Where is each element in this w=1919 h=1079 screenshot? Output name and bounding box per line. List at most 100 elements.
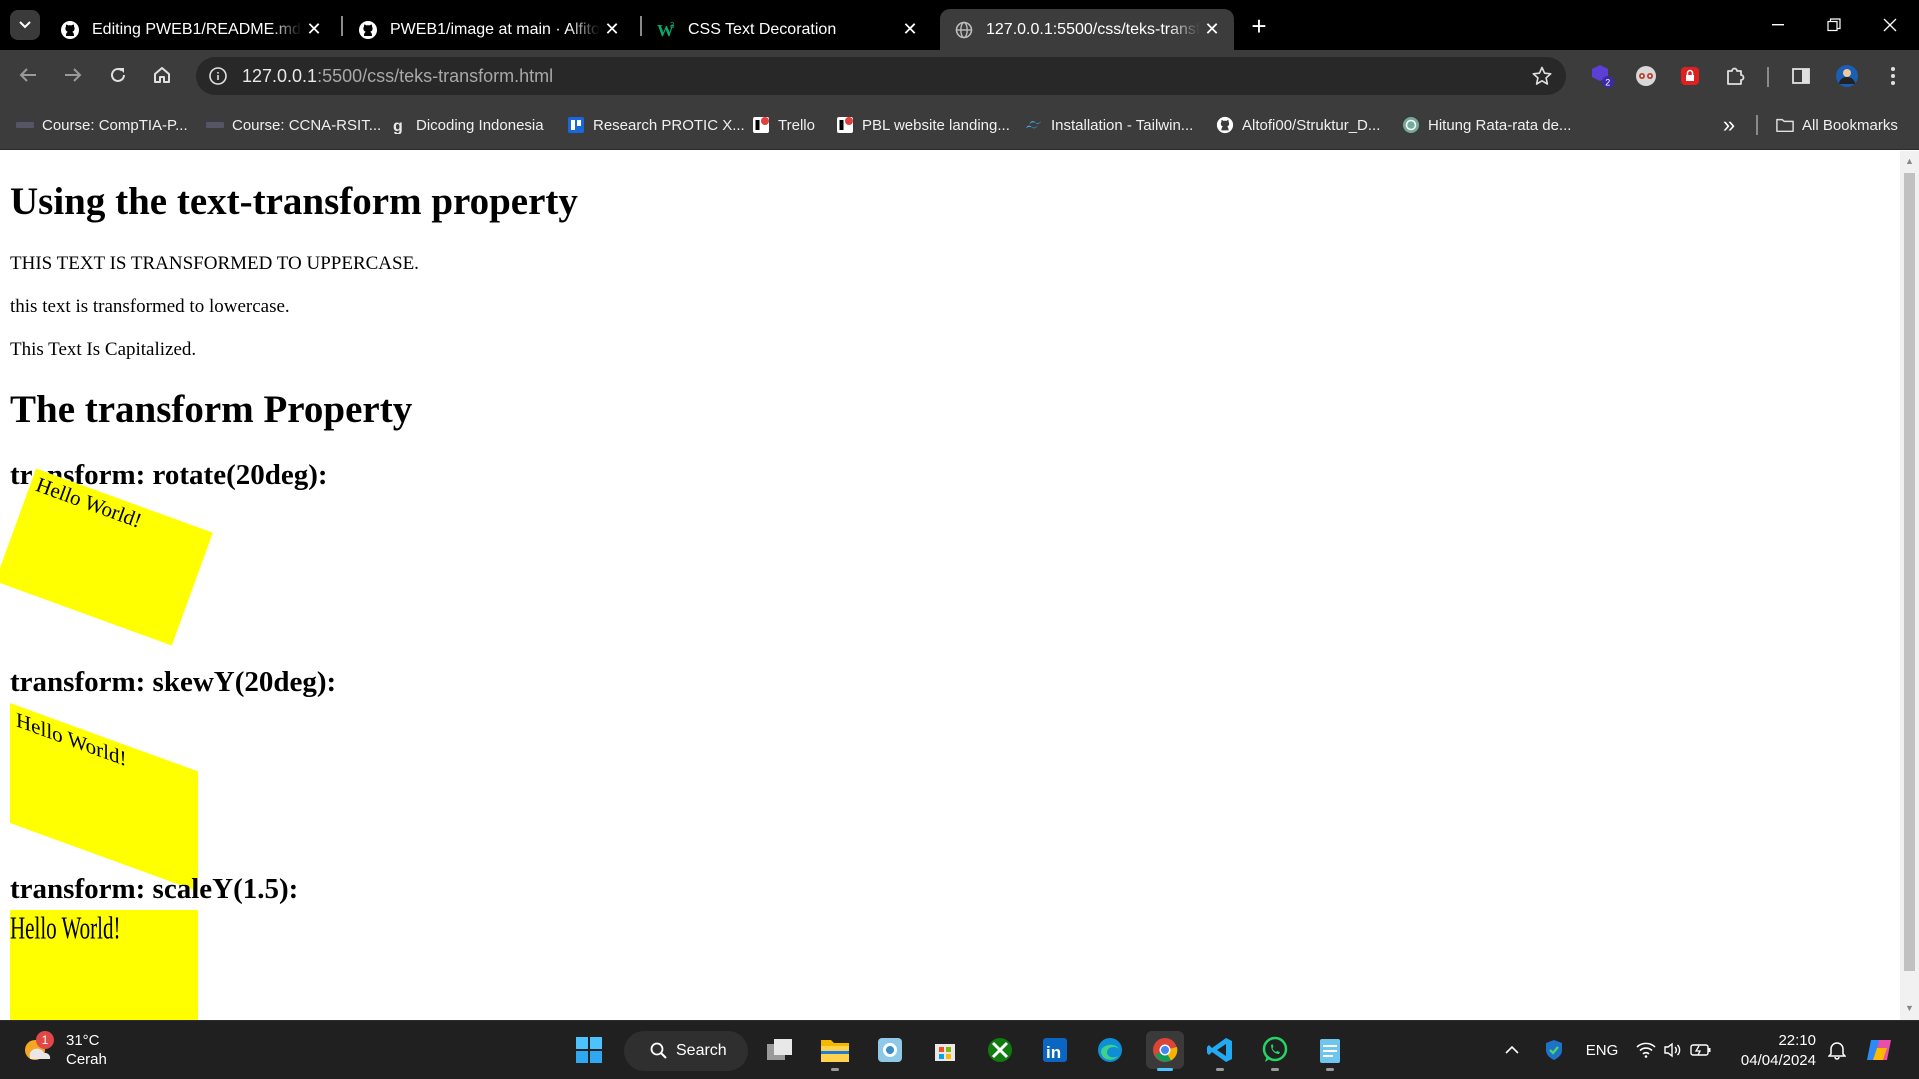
- more-vertical-icon: [1891, 67, 1895, 85]
- windows-taskbar: 1 31°C Cerah Search in ENG 22:10 04/04/2…: [0, 1020, 1919, 1079]
- defender-tray-icon[interactable]: [1542, 1038, 1566, 1062]
- extensions-menu-button[interactable]: [1722, 63, 1748, 89]
- vertical-scrollbar[interactable]: ▲ ▼: [1900, 151, 1919, 1020]
- new-tab-button[interactable]: +: [1245, 11, 1273, 41]
- home-button[interactable]: [146, 59, 178, 91]
- extension-button[interactable]: [1633, 63, 1659, 89]
- bookmark-item[interactable]: Trello: [752, 112, 815, 138]
- restore-button[interactable]: [1806, 0, 1862, 50]
- bookmark-label: Altofi00/Struktur_D...: [1242, 116, 1381, 134]
- profile-avatar[interactable]: [1834, 63, 1860, 89]
- extension-badge: 2: [1605, 78, 1610, 88]
- tab-teks-transform[interactable]: 127.0.0.1:5500/css/teks-transform.html ✕: [940, 9, 1234, 50]
- folder-icon: [1776, 116, 1794, 134]
- bookmark-label: Hitung Rata-rata de...: [1428, 116, 1572, 134]
- search-icon: [650, 1042, 667, 1059]
- globe-icon: [954, 20, 974, 40]
- all-bookmarks-button[interactable]: All Bookmarks: [1776, 112, 1898, 138]
- tab-divider: [341, 16, 343, 36]
- close-window-button[interactable]: [1862, 0, 1918, 50]
- reload-button[interactable]: [102, 59, 134, 91]
- avatar-icon: [1836, 65, 1858, 87]
- scrollbar-thumb[interactable]: [1904, 173, 1915, 971]
- weather-condition: Cerah: [66, 1051, 107, 1068]
- scale-demo-box: Hello World!: [10, 910, 198, 1020]
- bookmark-item[interactable]: Research PROTIC X...: [567, 112, 745, 138]
- side-panel-button[interactable]: [1788, 63, 1814, 89]
- bookmark-item[interactable]: Course: CCNA-RSIT...: [206, 112, 381, 138]
- chatgpt-icon: [1402, 116, 1420, 134]
- scroll-up-arrow-icon[interactable]: ▲: [1905, 157, 1914, 166]
- taskbar-app-vscode[interactable]: [1201, 1031, 1239, 1071]
- more-bookmarks-button[interactable]: »: [1716, 112, 1742, 138]
- notifications-button[interactable]: [1826, 1038, 1848, 1062]
- taskbar-app-edge[interactable]: [1091, 1031, 1129, 1069]
- page-viewport: Using the text-transform property This t…: [0, 151, 1900, 1020]
- edge-icon: [1098, 1038, 1122, 1062]
- mask-extension-icon: [1636, 66, 1656, 86]
- tab-title: 127.0.0.1:5500/css/teks-transform.html: [986, 20, 1200, 38]
- weather-temperature: 31°C: [66, 1032, 100, 1049]
- tab-readme[interactable]: Editing PWEB1/README.md at main · Alfito…: [46, 9, 336, 50]
- taskbar-search[interactable]: Search: [624, 1031, 748, 1071]
- close-icon[interactable]: ✕: [302, 18, 326, 42]
- bookmark-item[interactable]: Altofi00/Struktur_D...: [1216, 112, 1380, 138]
- start-button[interactable]: [570, 1031, 608, 1069]
- taskbar-app-whatsapp[interactable]: [1256, 1031, 1294, 1071]
- tab-css-text-decoration[interactable]: W3 CSS Text Decoration ✕: [642, 9, 932, 50]
- taskbar-clock[interactable]: 22:10 04/04/2024: [1738, 1031, 1816, 1071]
- windows-logo-icon: [576, 1037, 602, 1063]
- weather-widget[interactable]: 1 31°C Cerah: [22, 1031, 107, 1069]
- chevron-up-icon: [1505, 1046, 1519, 1054]
- close-icon[interactable]: ✕: [898, 18, 922, 42]
- minimize-icon: [1772, 24, 1784, 26]
- bookmark-label: Research PROTIC X...: [593, 116, 745, 134]
- show-hidden-icons-button[interactable]: [1502, 1038, 1522, 1062]
- site-info-icon[interactable]: [206, 64, 230, 88]
- taskbar-app-xbox[interactable]: [981, 1031, 1019, 1069]
- bookmark-item[interactable]: PBL website landing...: [836, 112, 1010, 138]
- skew-demo-box: Hello World!: [10, 703, 198, 892]
- bookmark-label: Trello: [778, 116, 815, 134]
- github-icon: [60, 20, 80, 40]
- browser-toolbar: 127.0.0.1:5500/css/teks-transform.html 2: [0, 50, 1919, 100]
- extension-button[interactable]: 2: [1589, 63, 1615, 89]
- copilot-icon: [1867, 1040, 1891, 1060]
- language-indicator[interactable]: ENG: [1584, 1038, 1620, 1062]
- notepad-icon: [1320, 1039, 1340, 1063]
- taskbar-app-notepad[interactable]: [1311, 1031, 1349, 1071]
- bookmark-item[interactable]: Hitung Rata-rata de...: [1402, 112, 1571, 138]
- forward-button[interactable]: [57, 59, 89, 91]
- scroll-down-arrow-icon[interactable]: ▼: [1905, 1004, 1914, 1013]
- lock-extension-icon: [1681, 67, 1699, 85]
- bookmark-item[interactable]: Installation - Tailwin...: [1025, 112, 1193, 138]
- close-icon[interactable]: ✕: [1200, 18, 1224, 42]
- taskbar-app-linkedin[interactable]: in: [1036, 1031, 1074, 1069]
- xbox-icon: [988, 1038, 1012, 1062]
- tab-image[interactable]: PWEB1/image at main · AlfitoAr ✕: [344, 9, 634, 50]
- address-bar[interactable]: 127.0.0.1:5500/css/teks-transform.html: [196, 57, 1566, 95]
- running-indicator: [831, 1068, 839, 1071]
- back-button[interactable]: [12, 59, 44, 91]
- github-icon: [1216, 116, 1234, 134]
- taskbar-app-microsoft-store[interactable]: [926, 1031, 964, 1069]
- taskbar-app-photos[interactable]: [871, 1031, 909, 1069]
- lowercase-paragraph: This text is transformed to lowercase.: [10, 296, 290, 317]
- battery-icon: [1690, 1044, 1711, 1056]
- bookmark-item[interactable]: g Dicoding Indonesia: [390, 112, 544, 138]
- taskbar-app-chrome[interactable]: [1146, 1031, 1184, 1071]
- quick-settings-button[interactable]: [1636, 1038, 1712, 1062]
- bookmark-star-icon[interactable]: [1530, 64, 1554, 88]
- bookmark-item[interactable]: Course: CompTIA-P...: [16, 112, 188, 138]
- chrome-icon: [1153, 1038, 1178, 1062]
- tab-search-button[interactable]: [10, 10, 40, 40]
- task-view-button[interactable]: [761, 1031, 799, 1069]
- extension-button[interactable]: [1677, 63, 1703, 89]
- taskbar-app-file-explorer[interactable]: [816, 1031, 854, 1071]
- close-icon[interactable]: ✕: [600, 18, 624, 42]
- browser-menu-button[interactable]: [1880, 63, 1906, 89]
- minimize-button[interactable]: [1750, 0, 1806, 50]
- folder-icon: [821, 1040, 849, 1062]
- copilot-button[interactable]: [1864, 1035, 1896, 1065]
- uppercase-paragraph: This text is transformed to uppercase.: [10, 253, 419, 274]
